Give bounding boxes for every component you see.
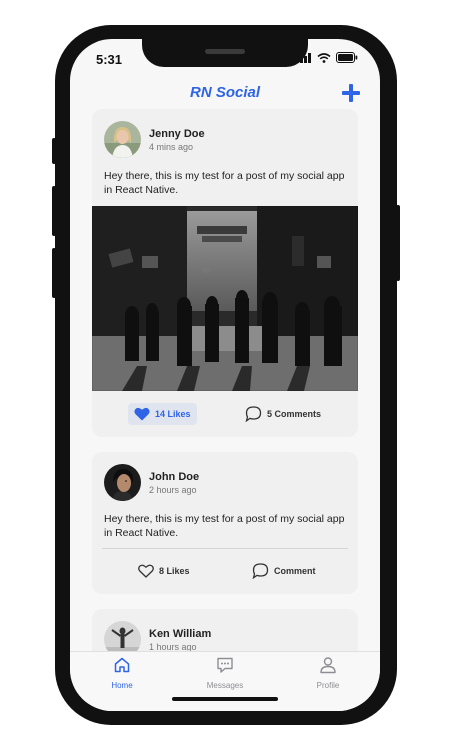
comment-icon <box>252 563 269 579</box>
post-card: Ken William 1 hours ago <box>92 609 358 651</box>
post-text: Hey there, this is my test for a post of… <box>104 513 345 539</box>
tab-profile[interactable]: Profile <box>288 656 368 690</box>
heart-filled-icon <box>134 407 150 421</box>
post-text: Hey there, this is my test for a post of… <box>104 170 345 196</box>
phone-volume-down <box>52 248 56 298</box>
divider <box>102 548 348 549</box>
post-time: 2 hours ago <box>149 484 197 495</box>
speaker <box>205 49 245 54</box>
chat-icon <box>217 657 233 673</box>
avatar[interactable] <box>104 621 141 651</box>
post-card: John Doe 2 hours ago Hey there, this is … <box>92 452 358 594</box>
phone-mute-switch <box>52 138 56 164</box>
phone-volume-up <box>52 186 56 236</box>
wifi-icon <box>317 52 331 63</box>
tab-bar: Home Messages Profile <box>70 651 380 711</box>
app-title: RN Social <box>189 84 261 101</box>
tab-label: Home <box>111 681 133 690</box>
status-time: 5:31 <box>96 52 123 67</box>
tab-label: Messages <box>206 681 244 690</box>
plus-icon[interactable] <box>340 82 362 104</box>
post-image[interactable] <box>92 206 358 391</box>
user-name[interactable]: John Doe <box>149 471 199 483</box>
app-header: RN Social <box>70 79 380 109</box>
like-button[interactable]: 14 Likes <box>128 403 197 425</box>
home-icon <box>114 657 130 673</box>
post-feed[interactable]: Jenny Doe 4 mins ago Hey there, this is … <box>70 109 380 651</box>
like-count: 14 Likes <box>155 409 191 419</box>
user-name[interactable]: Jenny Doe <box>149 128 205 140</box>
post-time: 1 hours ago <box>149 641 197 652</box>
heart-outline-icon <box>138 564 154 578</box>
like-count: 8 Likes <box>159 566 190 576</box>
comment-button[interactable]: Comment <box>246 560 322 582</box>
like-button[interactable]: 8 Likes <box>132 560 196 582</box>
phone-power-button <box>396 205 400 281</box>
comment-button[interactable]: 5 Comments <box>239 403 327 425</box>
app-screen: 5:31 RN Social Jenny Doe 4 mins ago Hey … <box>70 39 380 711</box>
avatar[interactable] <box>104 121 141 158</box>
home-indicator[interactable] <box>172 697 278 701</box>
comment-icon <box>245 406 262 422</box>
tab-label: Profile <box>316 681 340 690</box>
user-name[interactable]: Ken William <box>149 628 211 640</box>
notch <box>142 39 308 67</box>
tab-home[interactable]: Home <box>82 656 162 690</box>
person-icon <box>320 657 336 674</box>
post-card: Jenny Doe 4 mins ago Hey there, this is … <box>92 109 358 437</box>
post-time: 4 mins ago <box>149 141 194 152</box>
post-header: Ken William 1 hours ago <box>104 621 211 651</box>
battery-icon <box>336 52 358 63</box>
tab-messages[interactable]: Messages <box>185 656 265 690</box>
comment-count: Comment <box>274 566 316 576</box>
post-header: John Doe 2 hours ago <box>104 464 199 501</box>
post-header: Jenny Doe 4 mins ago <box>104 121 205 158</box>
avatar[interactable] <box>104 464 141 501</box>
comment-count: 5 Comments <box>267 409 322 419</box>
